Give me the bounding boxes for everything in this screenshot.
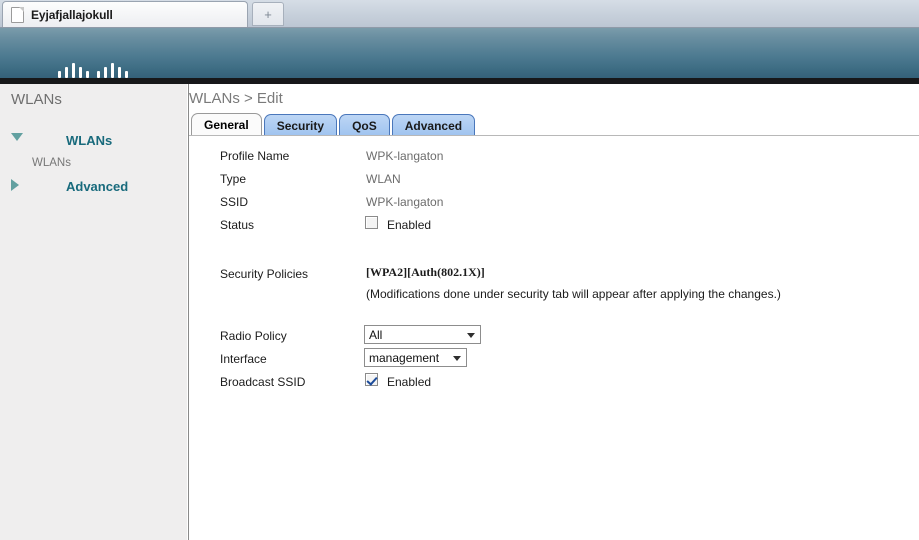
profile-name-value: WPK-langaton xyxy=(366,149,444,163)
status-label: Status xyxy=(220,218,255,232)
status-checkbox[interactable] xyxy=(365,216,378,229)
page-icon xyxy=(11,6,24,23)
content-surface: WLANs > Edit General Security QoS Advanc… xyxy=(189,84,919,540)
triangle-right-icon[interactable] xyxy=(11,179,19,191)
radio-policy-value: All xyxy=(369,327,383,342)
tab-qos[interactable]: QoS xyxy=(339,114,390,136)
sidebar-item-wlans-label[interactable]: WLANs xyxy=(66,133,112,148)
sidebar-item-wlans[interactable]: WLANs xyxy=(0,128,188,152)
triangle-down-icon[interactable] xyxy=(11,133,23,141)
type-value: WLAN xyxy=(366,172,401,186)
sidebar-title: WLANs xyxy=(11,91,62,108)
profile-name-label: Profile Name xyxy=(220,149,290,163)
sidebar-item-advanced[interactable]: Advanced xyxy=(0,174,188,198)
sidebar-item-advanced-label[interactable]: Advanced xyxy=(66,179,128,194)
broadcast-ssid-checkbox-label: Enabled xyxy=(387,375,432,389)
interface-select[interactable]: management xyxy=(364,348,467,367)
ssid-value: WPK-langaton xyxy=(366,195,444,209)
broadcast-ssid-label: Broadcast SSID xyxy=(220,375,306,389)
interface-value: management xyxy=(369,350,440,365)
breadcrumb: WLANs > Edit xyxy=(189,90,283,107)
browser-tabstrip: Eyjafjallajokull + xyxy=(0,0,919,28)
sidebar-subitem-wlans[interactable]: WLANs xyxy=(0,152,188,174)
browser-chrome: Eyjafjallajokull + xyxy=(0,0,919,28)
browser-tab-title: Eyjafjallajokull xyxy=(31,7,113,22)
tab-general[interactable]: General xyxy=(191,113,262,136)
security-policies-label: Security Policies xyxy=(220,267,309,281)
tab-bar: General Security QoS Advanced xyxy=(191,113,477,136)
content-area: WLANs > Edit General Security QoS Advanc… xyxy=(189,84,919,540)
tab-panel-general: Profile Name WPK-langaton Type WLAN SSID… xyxy=(189,135,919,521)
radio-policy-label: Radio Policy xyxy=(220,329,287,343)
tab-advanced[interactable]: Advanced xyxy=(391,114,476,136)
chevron-down-icon[interactable] xyxy=(453,355,461,361)
chevron-down-icon[interactable] xyxy=(467,332,475,338)
status-checkbox-label: Enabled xyxy=(387,218,432,232)
sidebar-subitem-wlans-label[interactable]: WLANs xyxy=(32,157,71,169)
tab-security[interactable]: Security xyxy=(263,114,338,136)
sidebar-tree: WLANs WLANs Advanced xyxy=(0,128,188,198)
radio-policy-select[interactable]: All xyxy=(364,325,481,344)
browser-tab[interactable]: Eyjafjallajokull xyxy=(2,1,248,27)
security-policies-note: (Modifications done under security tab w… xyxy=(366,287,781,301)
cisco-logo-bars xyxy=(54,63,134,78)
broadcast-ssid-checkbox[interactable] xyxy=(365,373,378,386)
type-label: Type xyxy=(220,172,247,186)
sidebar: WLANs WLANs WLANs Advanced xyxy=(0,84,188,540)
page-body: WLANs WLANs WLANs Advanced WLANs > Edit … xyxy=(0,84,919,540)
security-policies-value: [WPA2][Auth(802.1X)] xyxy=(366,265,485,279)
ssid-label: SSID xyxy=(220,195,249,209)
cisco-header: CISCO MONITOR WLANs CONTROLLER WIRELESS … xyxy=(0,28,919,106)
new-tab-button[interactable]: + xyxy=(252,2,284,26)
interface-label: Interface xyxy=(220,352,267,366)
